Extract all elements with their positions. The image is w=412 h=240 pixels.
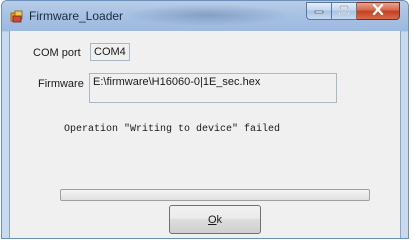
app-window: Firmware_Loader COM port COM4 Firmware E… xyxy=(1,0,409,239)
window-controls xyxy=(306,2,400,21)
close-icon xyxy=(372,3,384,18)
maximize-button[interactable] xyxy=(332,2,357,20)
ok-button[interactable]: Ok xyxy=(169,205,261,234)
com-port-value: COM4 xyxy=(94,46,126,58)
title-blur xyxy=(122,4,292,26)
progress-bar xyxy=(60,189,370,201)
firmware-path-field[interactable]: E:\firmware\H16060-0|1E_sec.hex xyxy=(89,73,337,103)
minimize-icon xyxy=(314,5,324,17)
close-button[interactable] xyxy=(357,2,400,20)
app-icon[interactable] xyxy=(10,10,24,23)
firmware-label: Firmware xyxy=(38,78,84,90)
maximize-icon xyxy=(339,5,349,17)
window-title: Firmware_Loader xyxy=(29,9,124,23)
ok-label-rest: k xyxy=(216,213,223,226)
com-port-field[interactable]: COM4 xyxy=(90,43,130,61)
title-bar[interactable]: Firmware_Loader xyxy=(2,1,408,31)
dialog-body: COM port COM4 Firmware E:\firmware\H1606… xyxy=(9,31,401,238)
ok-accelerator: O xyxy=(207,213,217,226)
status-message: Operation "Writing to device" failed xyxy=(64,124,281,135)
com-port-label: COM port xyxy=(33,47,81,59)
firmware-path-value: E:\firmware\H16060-0|1E_sec.hex xyxy=(93,76,261,88)
minimize-button[interactable] xyxy=(306,2,332,20)
